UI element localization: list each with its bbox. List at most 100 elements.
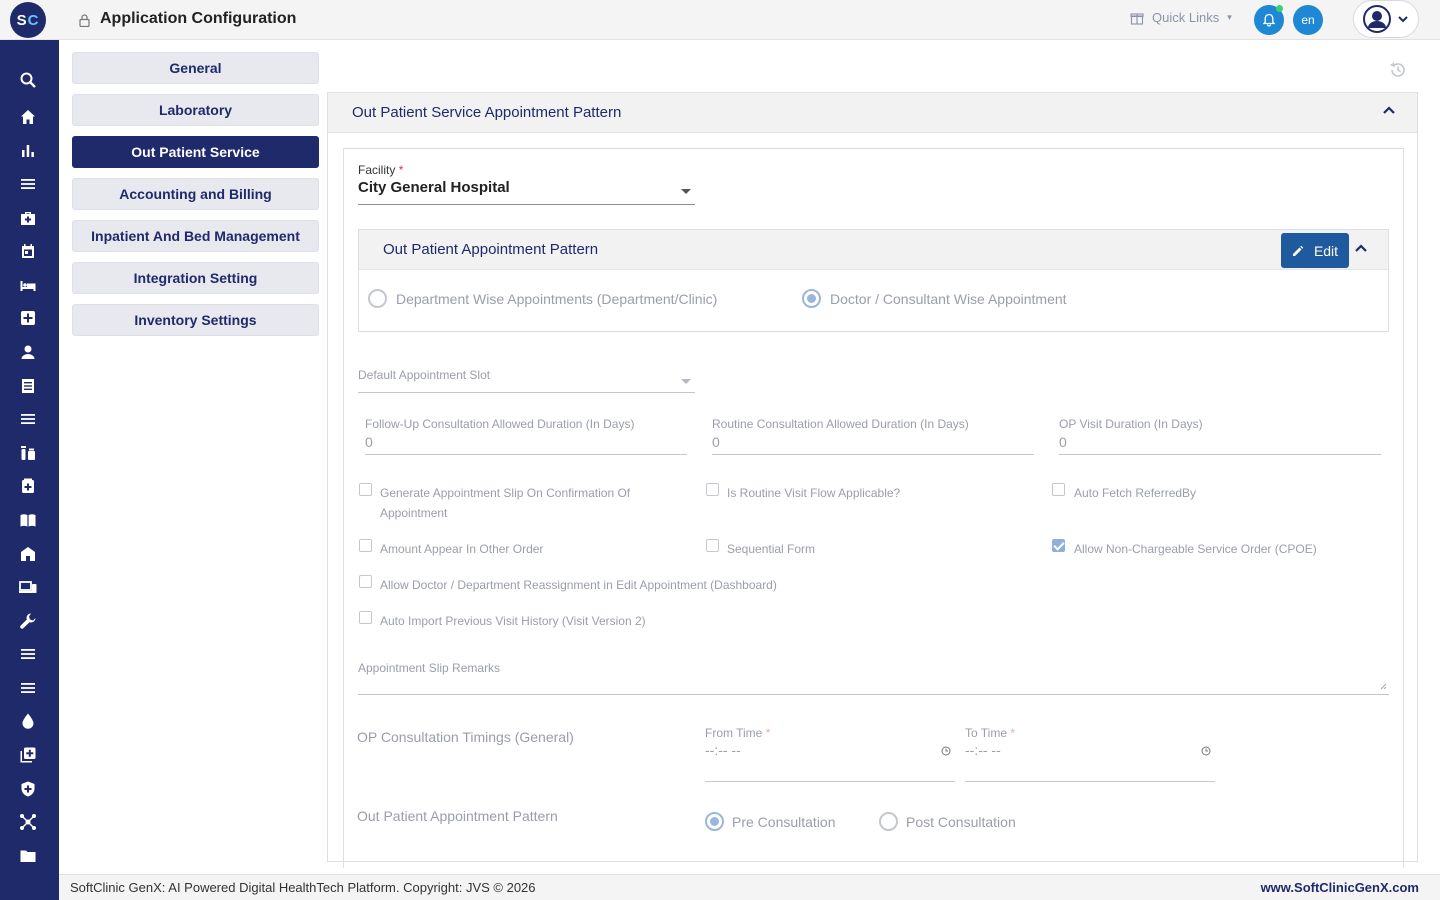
resize-handle-icon[interactable] [1380, 683, 1387, 690]
radio-button[interactable] [879, 812, 898, 831]
edit-label: Edit [1313, 242, 1339, 259]
list-icon[interactable] [18, 409, 38, 429]
remarks-label: Appointment Slip Remarks [358, 661, 501, 675]
from-time-input[interactable]: --:-- -- [705, 742, 955, 782]
remarks-textarea[interactable]: Appointment Slip Remarks [358, 659, 1389, 695]
history-icon[interactable] [1388, 60, 1408, 80]
from-time-placeholder: --:-- -- [705, 742, 741, 758]
user-menu-button[interactable] [1353, 0, 1419, 38]
medical-bag-icon[interactable] [18, 208, 38, 228]
search-icon[interactable] [18, 70, 38, 90]
medicine-box-icon[interactable] [18, 476, 38, 496]
auto-import-checkbox[interactable] [359, 611, 372, 624]
radio-button[interactable] [368, 289, 387, 308]
sub-card-title: Out Patient Appointment Pattern [383, 241, 599, 258]
clock-icon[interactable] [1201, 746, 1211, 756]
sequential-form-checkbox[interactable] [706, 539, 719, 552]
menu-icon[interactable] [18, 174, 38, 194]
menu-item-general[interactable]: General [72, 52, 319, 84]
receipt-icon[interactable] [18, 376, 38, 396]
list-icon[interactable] [18, 644, 38, 664]
routine-visit-checkbox[interactable] [706, 483, 719, 496]
home-icon[interactable] [18, 107, 38, 127]
op-visit-duration-field[interactable]: OP Visit Duration (In Days) 0 [1059, 417, 1381, 455]
radio-button-selected[interactable] [705, 812, 724, 831]
routine-duration-value[interactable]: 0 [712, 431, 1034, 455]
blood-drop-icon[interactable] [18, 711, 38, 731]
language-button[interactable]: en [1293, 5, 1323, 35]
edit-button[interactable]: Edit [1281, 233, 1349, 268]
op-appointment-pattern-card: Out Patient Appointment Pattern Edit Dep… [358, 229, 1389, 332]
shield-icon[interactable] [18, 779, 38, 799]
clock-icon[interactable] [941, 746, 951, 756]
sequential-form-label: Sequential Form [727, 542, 816, 556]
to-time-input[interactable]: --:-- -- [965, 742, 1215, 782]
wrench-icon[interactable] [18, 611, 38, 631]
radio-pre-consultation[interactable]: Pre Consultation [705, 812, 836, 831]
from-time-label: From Time * [705, 726, 771, 740]
avatar-icon [1363, 5, 1391, 33]
auto-fetch-checkbox[interactable] [1052, 483, 1065, 496]
radio-doctor-wise[interactable]: Doctor / Consultant Wise Appointment [802, 289, 1067, 308]
reassignment-checkbox[interactable] [359, 575, 372, 588]
radio-department-wise[interactable]: Department Wise Appointments (Department… [368, 289, 717, 308]
auto-fetch-label: Auto Fetch ReferredBy [1074, 486, 1197, 500]
facility-label: Facility * [358, 163, 404, 177]
logo-letter-c: C [27, 11, 40, 29]
building-icon[interactable] [18, 544, 38, 564]
amount-other-order-label: Amount Appear In Other Order [380, 542, 544, 556]
medical-plus-icon[interactable] [18, 308, 38, 328]
chevron-up-icon[interactable] [1382, 104, 1396, 118]
non-chargeable-label: Allow Non-Chargeable Service Order (CPOE… [1074, 542, 1317, 556]
followup-duration-field[interactable]: Follow-Up Consultation Allowed Duration … [365, 417, 687, 455]
menu-item-accounting-billing[interactable]: Accounting and Billing [72, 178, 319, 210]
facility-value: City General Hospital [358, 179, 510, 196]
menu-item-integration-setting[interactable]: Integration Setting [72, 262, 319, 294]
folder-icon[interactable] [18, 846, 38, 866]
sub-card-header: Out Patient Appointment Pattern Edit [359, 230, 1388, 270]
copyright-text: SoftClinic GenX: AI Powered Digital Heal… [70, 880, 536, 895]
radio-label: Doctor / Consultant Wise Appointment [830, 290, 1067, 307]
quick-links-menu[interactable]: Quick Links ▾ [1130, 10, 1232, 25]
devices-icon[interactable] [18, 577, 38, 597]
bed-icon[interactable] [18, 275, 38, 295]
icon-sidebar [0, 40, 59, 900]
generate-slip-checkbox[interactable] [359, 483, 372, 496]
op-visit-duration-label: OP Visit Duration (In Days) [1059, 417, 1203, 431]
menu-item-laboratory[interactable]: Laboratory [72, 94, 319, 126]
book-icon[interactable] [18, 510, 38, 530]
reassignment-label: Allow Doctor / Department Reassignment i… [380, 578, 777, 592]
amount-other-order-checkbox[interactable] [359, 539, 372, 552]
radio-label: Post Consultation [906, 813, 1016, 830]
network-icon[interactable] [18, 812, 38, 832]
routine-duration-field[interactable]: Routine Consultation Allowed Duration (I… [712, 417, 1034, 455]
op-visit-duration-value[interactable]: 0 [1059, 431, 1381, 455]
chevron-up-icon[interactable] [1354, 242, 1368, 256]
gift-icon [1130, 12, 1144, 25]
calendar-icon[interactable] [18, 241, 38, 261]
radio-button-selected[interactable] [802, 289, 821, 308]
generate-slip-label: Generate Appointment Slip On Confirmatio… [380, 486, 631, 520]
followup-duration-label: Follow-Up Consultation Allowed Duration … [365, 417, 635, 431]
list-icon[interactable] [18, 678, 38, 698]
bar-chart-icon[interactable] [18, 140, 38, 160]
bell-icon [1262, 13, 1276, 27]
facility-select[interactable]: City General Hospital [358, 179, 695, 205]
app-logo[interactable]: SC [10, 2, 46, 38]
person-icon[interactable] [18, 342, 38, 362]
section-title: Out Patient Service Appointment Pattern [352, 104, 622, 121]
pharmacy-icon[interactable] [18, 443, 38, 463]
website-link[interactable]: www.SoftClinicGenX.com [1261, 880, 1419, 895]
menu-item-out-patient-service[interactable]: Out Patient Service [72, 136, 319, 168]
menu-item-inpatient-bed[interactable]: Inpatient And Bed Management [72, 220, 319, 252]
card-header[interactable]: Out Patient Service Appointment Pattern [328, 93, 1417, 133]
appointment-pattern-card: Out Patient Service Appointment Pattern … [327, 92, 1418, 868]
non-chargeable-checkbox[interactable] [1052, 539, 1065, 552]
menu-item-inventory-settings[interactable]: Inventory Settings [72, 304, 319, 336]
radio-post-consultation[interactable]: Post Consultation [879, 812, 1016, 831]
default-slot-select[interactable]: Default Appointment Slot [358, 366, 695, 393]
followup-duration-value[interactable]: 0 [365, 431, 687, 455]
quick-links-label: Quick Links [1152, 10, 1220, 25]
routine-visit-label: Is Routine Visit Flow Applicable? [727, 486, 901, 500]
add-box-icon[interactable] [18, 745, 38, 765]
